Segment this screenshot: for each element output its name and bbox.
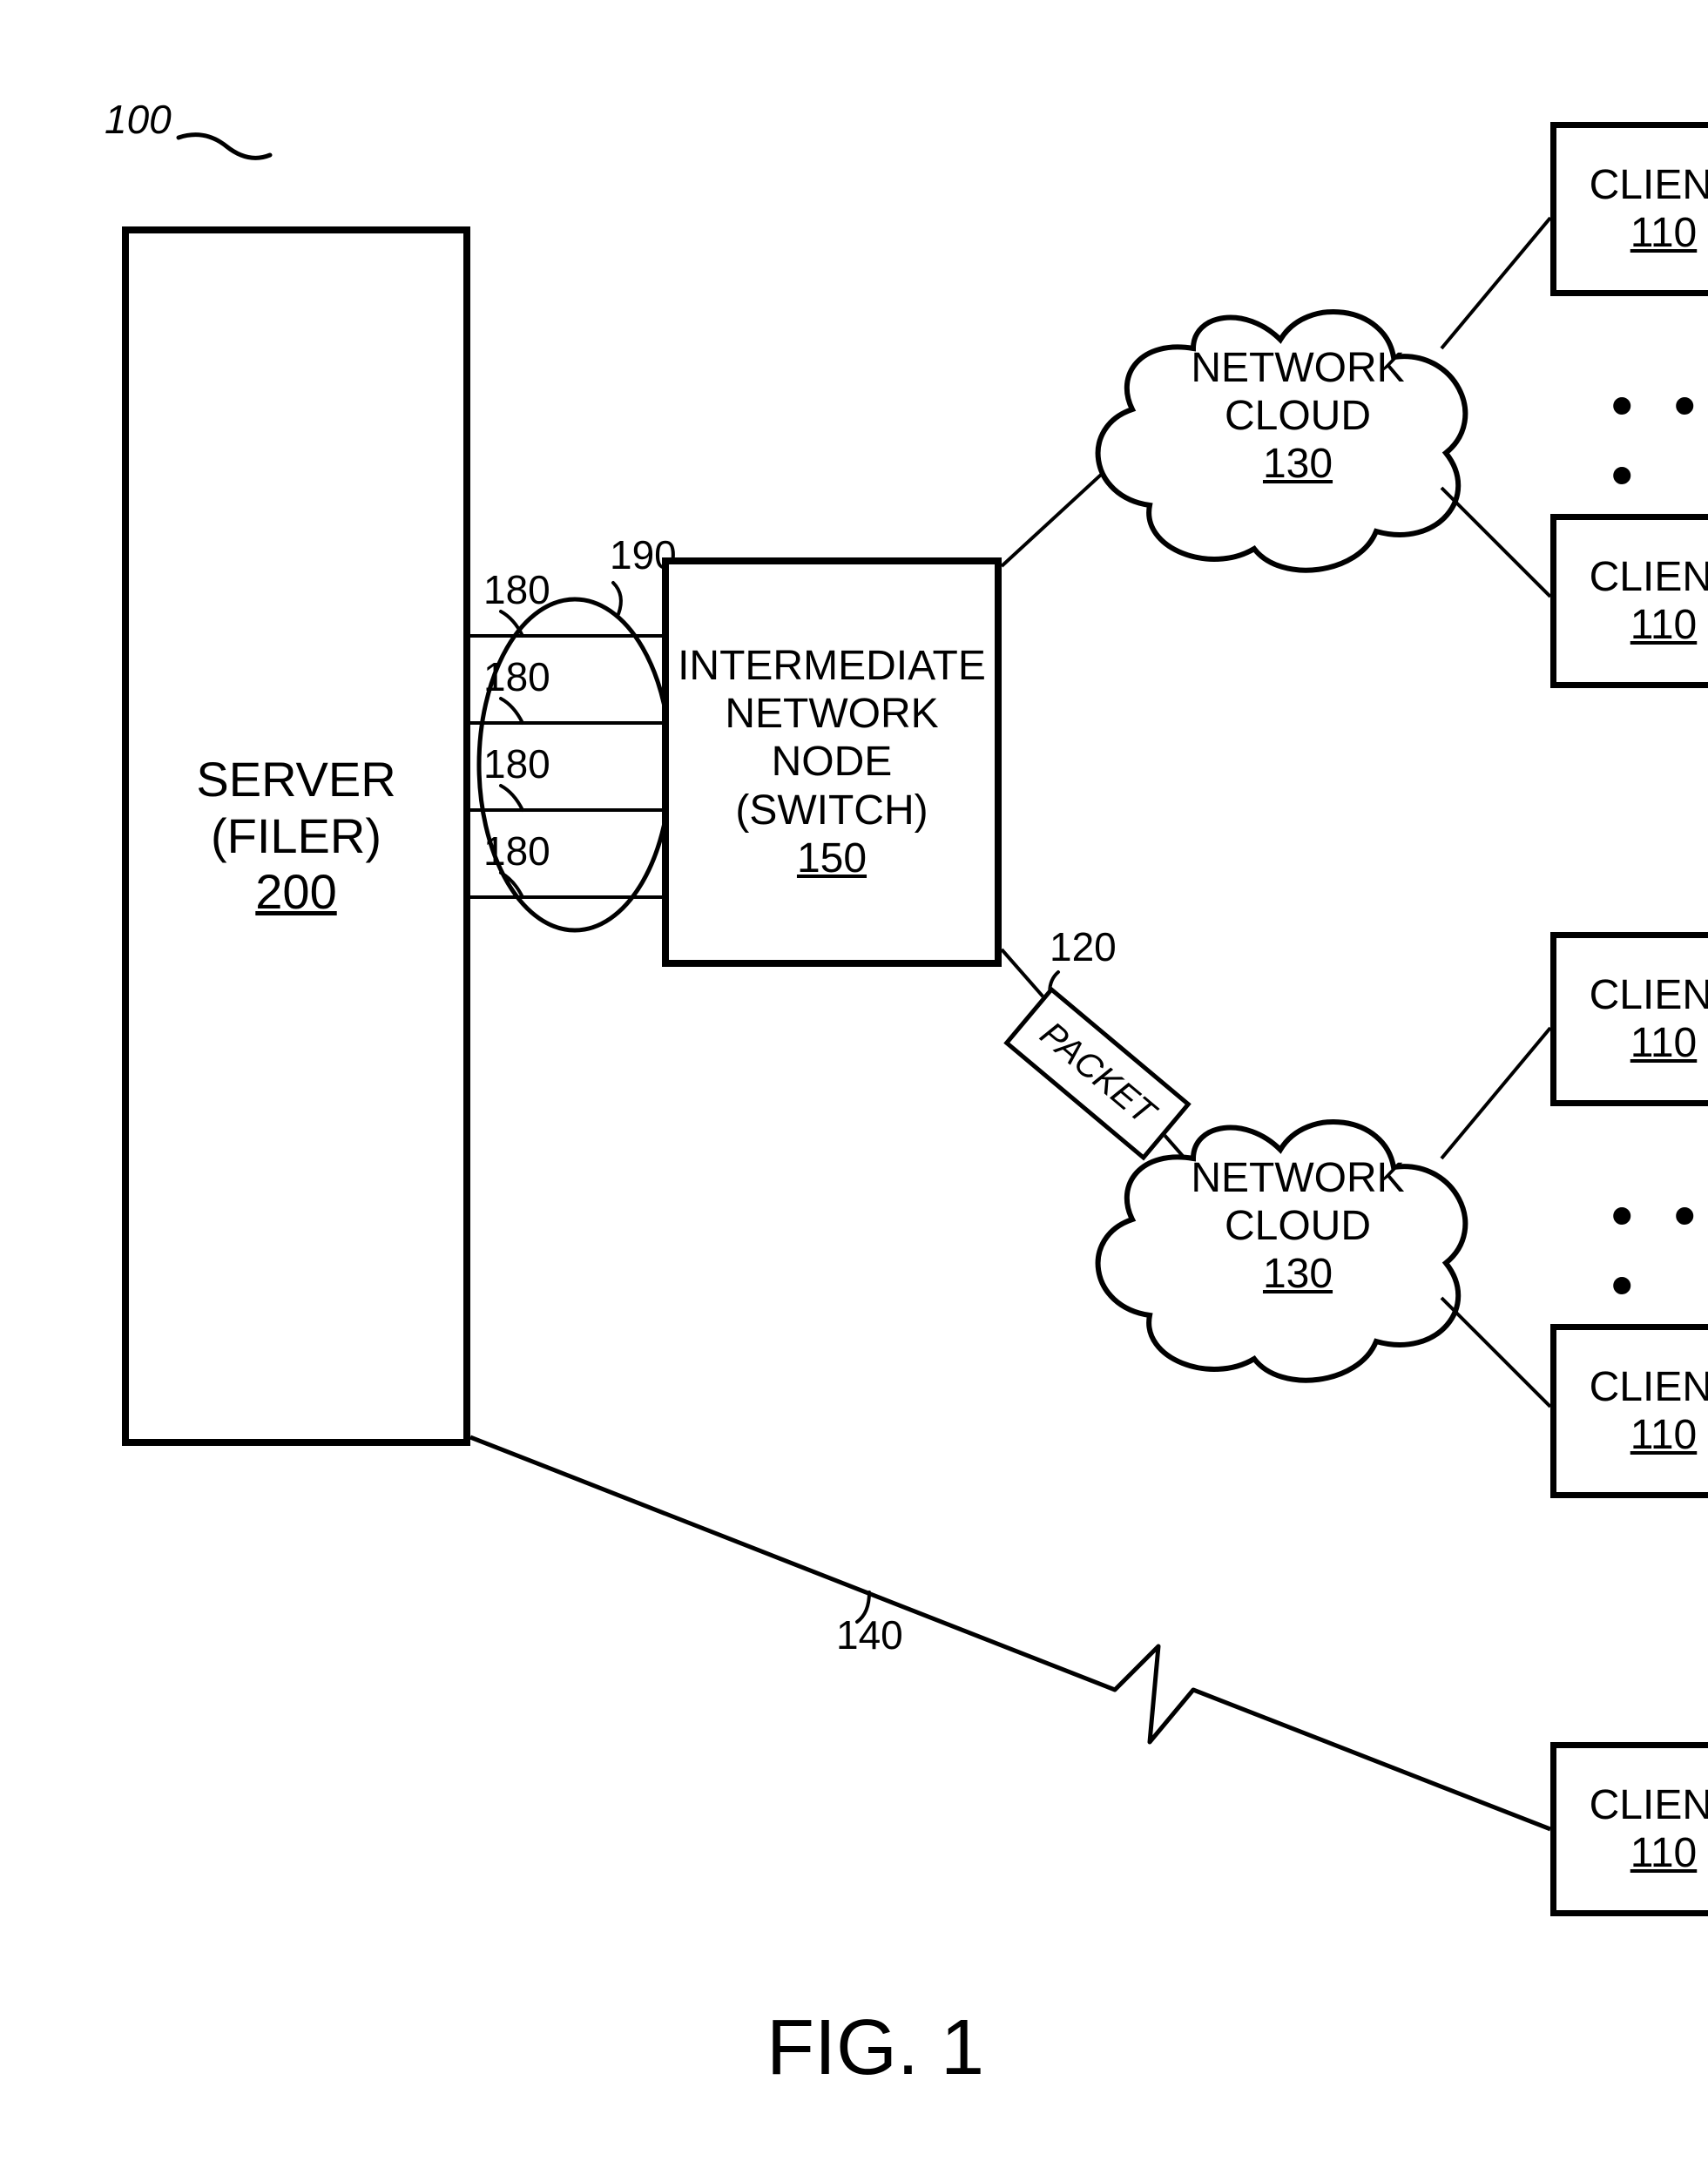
client-ref-5: 110: [1590, 1829, 1708, 1877]
switch-label-3: NODE: [678, 738, 986, 786]
link-ref-4: 180: [483, 827, 550, 875]
client-label-3: CLIENT: [1590, 971, 1708, 1019]
diagram-canvas: 100 SERVER (FILER) 200 180 180 180 180 1…: [0, 0, 1708, 2168]
client-box-2: CLIENT 110: [1550, 514, 1708, 688]
figure-label: FIG. 1: [766, 2003, 984, 2093]
ellipsis-2: • • •: [1611, 1180, 1708, 1320]
cloud-label-1: NETWORK: [1185, 344, 1411, 392]
client-box-3: CLIENT 110: [1550, 932, 1708, 1106]
switch-label-2: NETWORK: [678, 690, 986, 738]
link-ref-1: 180: [483, 566, 550, 613]
system-ref-label: 100: [105, 96, 172, 143]
client-label-5: CLIENT: [1590, 1781, 1708, 1829]
client-box-1: CLIENT 110: [1550, 122, 1708, 296]
packet-label: PACKET: [1032, 1015, 1162, 1132]
client-box-4: CLIENT 110: [1550, 1324, 1708, 1498]
packet-ref: 120: [1050, 923, 1117, 970]
cloud-label-2: CLOUD: [1185, 392, 1411, 440]
server-label: SERVER: [196, 752, 395, 807]
direct-link-ref: 140: [836, 1611, 903, 1658]
client-ref-2: 110: [1590, 601, 1708, 649]
ellipsis-1: • • •: [1611, 370, 1708, 510]
client-ref-3: 110: [1590, 1019, 1708, 1067]
switch-label-4: (SWITCH): [678, 787, 986, 834]
cloud-ref-1: 130: [1185, 440, 1411, 488]
cloud-lower-text: NETWORK CLOUD 130: [1185, 1154, 1411, 1299]
client-label-4: CLIENT: [1590, 1363, 1708, 1411]
client-label-1: CLIENT: [1590, 161, 1708, 209]
client-label-2: CLIENT: [1590, 553, 1708, 601]
link-ref-2: 180: [483, 653, 550, 700]
cloud-label-3: NETWORK: [1185, 1154, 1411, 1202]
switch-label-1: INTERMEDIATE: [678, 642, 986, 690]
cloud-ref-2: 130: [1185, 1250, 1411, 1298]
server-ref: 200: [196, 864, 395, 920]
client-ref-4: 110: [1590, 1411, 1708, 1459]
switch-box: INTERMEDIATE NETWORK NODE (SWITCH) 150: [662, 557, 1002, 967]
client-ref-1: 110: [1590, 209, 1708, 257]
server-sublabel: (FILER): [196, 808, 395, 864]
server-box: SERVER (FILER) 200: [122, 226, 470, 1446]
cloud-upper-text: NETWORK CLOUD 130: [1185, 344, 1411, 489]
client-box-5: CLIENT 110: [1550, 1742, 1708, 1916]
cloud-label-4: CLOUD: [1185, 1202, 1411, 1250]
link-ref-3: 180: [483, 740, 550, 787]
packet-box: PACKET: [1003, 986, 1192, 1160]
switch-ref: 150: [678, 834, 986, 882]
